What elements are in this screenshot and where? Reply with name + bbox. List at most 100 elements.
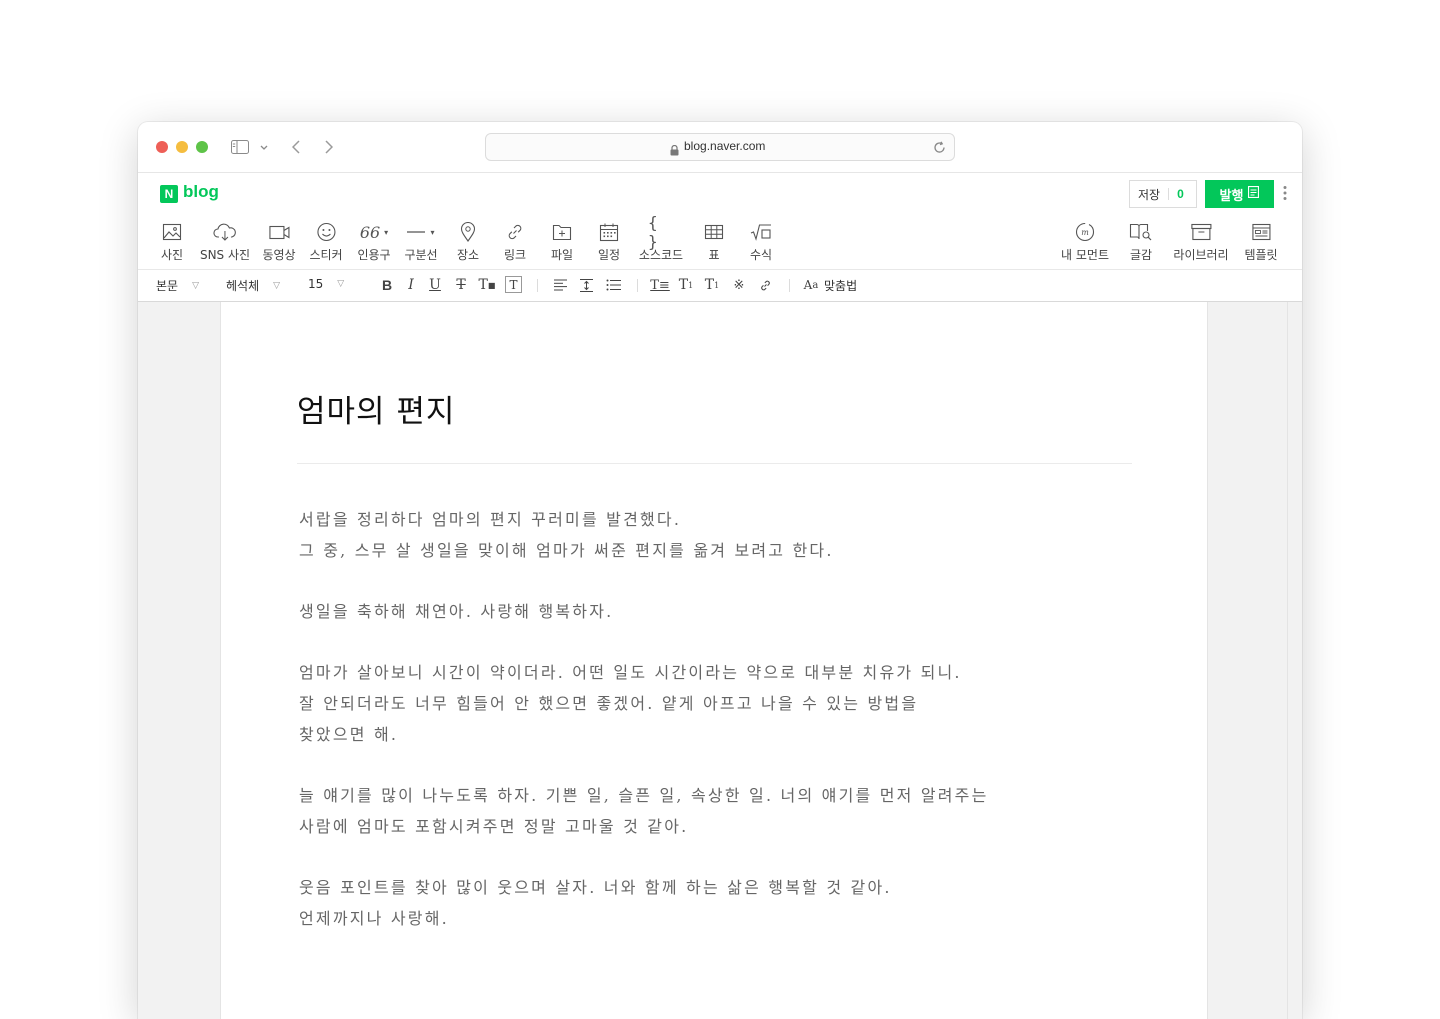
chevron-down-icon[interactable] — [259, 136, 269, 158]
toolbar-sns-photo-button[interactable]: SNS 사진 — [200, 221, 250, 263]
maximize-window-button[interactable] — [196, 141, 208, 153]
strikethrough-icon[interactable]: T — [452, 276, 470, 294]
toolbar-table-button[interactable]: 표 — [701, 221, 727, 263]
paragraph-style-value: 본문 — [156, 279, 179, 293]
sidebar-toggle-icon[interactable] — [230, 136, 250, 158]
toolbar-label: 사진 — [160, 248, 184, 262]
toolbar-quote-button[interactable]: 66 ▾ 인용구 — [357, 221, 391, 263]
page-guide-line — [1287, 302, 1288, 1019]
toolbar-label: 내 모먼트 — [1061, 248, 1109, 262]
calendar-icon — [596, 221, 622, 243]
paragraph[interactable]: 늘 얘기를 많이 나누도록 하자. 기쁜 일, 슬픈 일, 속상한 일. 너의 … — [299, 780, 1099, 842]
paragraph-style-select[interactable]: 본문 ▽ — [156, 277, 199, 294]
cloud-icon — [212, 221, 238, 243]
moment-icon: m — [1072, 221, 1098, 243]
toolbar-library-button[interactable]: 라이브러리 — [1173, 221, 1229, 263]
toolbar-location-button[interactable]: 장소 — [455, 221, 481, 263]
paragraph[interactable]: 웃음 포인트를 찾아 많이 웃으며 살자. 너와 함께 하는 삶은 행복할 것 … — [299, 872, 1099, 934]
close-window-button[interactable] — [156, 141, 168, 153]
toolbar-label: 글감 — [1129, 248, 1153, 262]
text-line: 잘 안되더라도 너무 힘들어 안 했으면 좋겠어. 얕게 아프고 나을 수 있는… — [299, 694, 919, 713]
text-line: 서랍을 정리하다 엄마의 편지 꾸러미를 발견했다. — [299, 510, 682, 529]
line-height-icon[interactable] — [577, 276, 595, 294]
bold-icon[interactable]: B — [378, 276, 396, 294]
document-body[interactable]: 서랍을 정리하다 엄마의 편지 꾸러미를 발견했다. 그 중, 스무 살 생일을… — [299, 504, 1099, 964]
publish-button[interactable]: 발행 — [1205, 180, 1274, 208]
toolbar-label: 링크 — [503, 248, 527, 262]
italic-icon[interactable]: I — [402, 276, 420, 294]
url-text: blog.naver.com — [684, 139, 766, 153]
reload-icon[interactable] — [933, 139, 946, 158]
spellcheck-button[interactable]: 맞춤법 — [824, 277, 857, 294]
toolbar-image-button[interactable]: 사진 — [159, 221, 185, 263]
naver-logo[interactable]: N — [160, 185, 178, 203]
toolbar-label: 라이브러리 — [1173, 248, 1229, 262]
font-size-select[interactable]: 15 ▽ — [308, 277, 344, 291]
format-toolbar: 본문 ▽ 헤석체 ▽ 15 ▽ B I U T T ■ T T≡ T1 T1 ※ … — [138, 270, 1302, 302]
insert-toolbar: 사진 SNS 사진 동영상 스티커 66 ▾ 인용구 ▾ 구분선 장소 링크 파… — [138, 213, 1302, 270]
svg-text:m: m — [1081, 228, 1089, 237]
toolbar-label: 동영상 — [262, 248, 296, 262]
font-family-select[interactable]: 헤석체 ▽ — [226, 277, 280, 294]
toolbar-label: SNS 사진 — [199, 248, 251, 262]
toolbar-label: 수식 — [749, 248, 773, 262]
text-color-icon[interactable]: T ■ — [478, 276, 496, 294]
back-icon[interactable] — [288, 136, 304, 158]
save-divider — [1168, 188, 1170, 200]
special-character-icon[interactable]: ※ — [730, 276, 748, 294]
table-icon — [701, 221, 727, 243]
underline-icon[interactable]: U — [426, 276, 444, 294]
toolbar-template-button[interactable]: 템플릿 — [1244, 221, 1278, 263]
toolbar-calendar-button[interactable]: 일정 — [596, 221, 622, 263]
toolbar-my-moment-button[interactable]: m 내 모먼트 — [1061, 221, 1109, 263]
link-icon[interactable] — [756, 276, 774, 294]
subscript-icon[interactable]: T1 — [703, 276, 721, 294]
list-icon[interactable] — [604, 276, 622, 294]
video-icon — [266, 221, 292, 243]
toolbar-label: 파일 — [550, 248, 574, 262]
toolbar-label: 소스코드 — [638, 248, 684, 262]
font-size-value: 15 — [308, 277, 324, 291]
quote-icon: 66 ▾ — [359, 222, 389, 242]
align-left-icon[interactable] — [551, 276, 569, 294]
line-spacing-icon[interactable]: T≡ — [650, 276, 670, 294]
toolbar-source-code-button[interactable]: { } 소스코드 — [638, 213, 684, 263]
forward-icon[interactable] — [321, 136, 337, 158]
save-label: 저장 — [1138, 187, 1161, 202]
text-line: 엄마가 살아보니 시간이 약이더라. 어떤 일도 시간이라는 약으로 대부분 치… — [299, 663, 962, 682]
document-title[interactable]: 엄마의 편지 — [297, 386, 455, 431]
browser-window: blog.naver.com N blog 저장 0 발행 사진 SNS 사진 … — [138, 122, 1302, 1019]
chevron-down-icon: ▽ — [273, 280, 281, 291]
spellcheck-icon[interactable]: Aa — [802, 276, 820, 294]
paragraph[interactable]: 생일을 축하해 채연아. 사랑해 행복하자. — [299, 596, 1099, 627]
font-family-value: 헤석체 — [226, 279, 260, 293]
toolbar-label: 인용구 — [357, 248, 391, 262]
text-line: 찾았으면 해. — [299, 725, 399, 744]
editor-canvas[interactable]: 엄마의 편지 서랍을 정리하다 엄마의 편지 꾸러미를 발견했다. 그 중, 스… — [220, 302, 1208, 1019]
toolbar-video-button[interactable]: 동영상 — [262, 221, 296, 263]
toolbar-material-button[interactable]: 글감 — [1128, 221, 1154, 263]
toolbar-divider-button[interactable]: ▾ 구분선 — [404, 221, 438, 263]
toolbar-sticker-button[interactable]: 스티커 — [309, 221, 343, 263]
more-options-icon[interactable] — [1283, 185, 1293, 203]
save-button[interactable]: 저장 0 — [1129, 180, 1197, 208]
text-line: 언제까지나 사랑해. — [299, 909, 449, 928]
minimize-window-button[interactable] — [176, 141, 188, 153]
toolbar-label: 스티커 — [309, 248, 343, 262]
address-bar[interactable]: blog.naver.com — [485, 133, 955, 161]
blog-logo-text[interactable]: blog — [183, 182, 219, 202]
save-count[interactable]: 0 — [1177, 187, 1184, 201]
paragraph[interactable]: 서랍을 정리하다 엄마의 편지 꾸러미를 발견했다. 그 중, 스무 살 생일을… — [299, 504, 1099, 566]
paragraph[interactable]: 엄마가 살아보니 시간이 약이더라. 어떤 일도 시간이라는 약으로 대부분 치… — [299, 657, 1099, 750]
toolbar-file-button[interactable]: 파일 — [549, 221, 575, 263]
toolbar-link-button[interactable]: 링크 — [502, 221, 528, 263]
text-background-icon[interactable]: T — [505, 276, 522, 293]
text-line: 늘 얘기를 많이 나누도록 하자. 기쁜 일, 슬픈 일, 속상한 일. 너의 … — [299, 786, 989, 805]
superscript-icon[interactable]: T1 — [677, 276, 695, 294]
divider-icon: ▾ — [407, 227, 435, 237]
toolbar-formula-button[interactable]: 수식 — [748, 221, 774, 263]
format-divider — [537, 279, 538, 292]
toolbar-label: 장소 — [456, 248, 480, 262]
lock-icon — [670, 141, 679, 160]
browser-titlebar: blog.naver.com — [138, 122, 1302, 173]
